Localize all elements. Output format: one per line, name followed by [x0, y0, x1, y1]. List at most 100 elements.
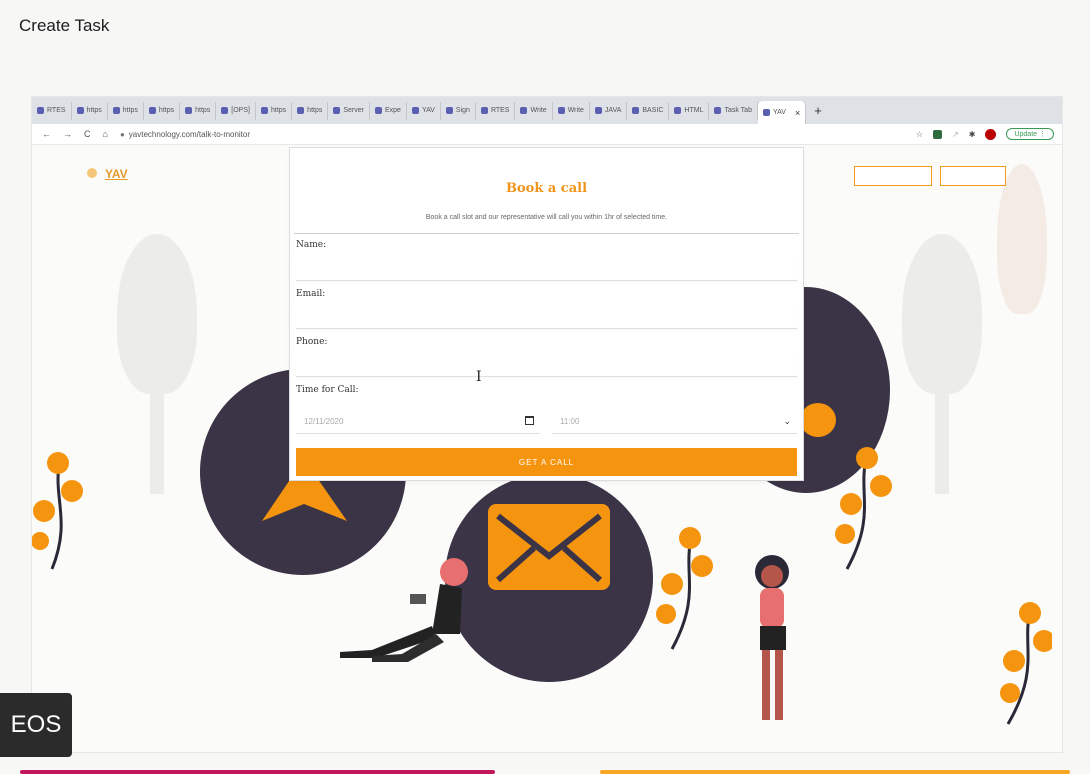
extension-icon[interactable]	[933, 129, 943, 139]
tab-label: BASIC	[642, 107, 664, 114]
website: YAV Book a call Book a call slot and our…	[32, 144, 1062, 752]
browser-tab[interactable]: Server	[328, 101, 370, 120]
chevron-down-icon: ⌄	[783, 416, 791, 426]
modal-title: Book a call	[505, 181, 588, 196]
tab-favicon-icon	[374, 107, 382, 114]
browser-tab[interactable]: YAV	[407, 101, 441, 120]
tab-favicon-icon	[520, 107, 528, 114]
phone-label: Phone:	[296, 337, 328, 347]
page-title: Create Task	[19, 16, 110, 35]
tab-label: RTES	[490, 107, 510, 114]
plant-far-right-illustration	[1000, 602, 1052, 725]
tab-label: Server	[343, 107, 364, 114]
update-button[interactable]: Update ⋮	[1006, 128, 1054, 140]
plant-center-illustration	[656, 527, 713, 650]
tab-favicon-icon	[445, 107, 453, 114]
browser-tab[interactable]: Write	[553, 101, 590, 120]
browser-tab[interactable]: https	[180, 101, 217, 120]
home-icon[interactable]: ⌂	[103, 129, 108, 139]
tab-label: Write	[530, 107, 547, 114]
phone-field[interactable]	[296, 352, 797, 377]
browser-tab[interactable]: BASIC	[627, 101, 670, 120]
tab-label: Write	[567, 107, 584, 114]
tab-label: https	[270, 107, 287, 114]
address-bar: ← → C ⌂ ● yavtechnology.com/talk-to-monit…	[32, 124, 1062, 145]
tab-favicon-icon	[221, 107, 229, 114]
browser-tab[interactable]: Write	[515, 101, 553, 120]
url-field[interactable]: ● yavtechnology.com/talk-to-monitor	[120, 130, 250, 139]
text-cursor-icon: I	[476, 369, 482, 385]
browser-tab[interactable]: YAV ×	[757, 101, 807, 124]
header-button-2[interactable]	[940, 166, 1006, 186]
browser-tab[interactable]: https	[256, 101, 293, 120]
background-tree-trunk	[150, 384, 164, 494]
header-button-1[interactable]	[854, 166, 932, 186]
bookmark-star-icon[interactable]: ☆	[916, 130, 923, 139]
tab-favicon-icon	[297, 107, 305, 114]
date-field[interactable]: 12/11/2020	[296, 410, 540, 434]
browser-window: RTES https https https https [OPS] https https S…	[32, 97, 1062, 752]
browser-tab[interactable]: https	[72, 101, 108, 120]
name-label: Name:	[296, 240, 327, 250]
tab-label: https	[158, 107, 175, 114]
get-a-call-button[interactable]: GET A CALL	[296, 448, 797, 476]
tab-favicon-icon	[260, 107, 268, 114]
tab-label: HTML	[684, 107, 704, 114]
tab-label: Sign	[455, 107, 470, 114]
tab-favicon-icon	[674, 107, 682, 114]
tab-label: https	[86, 107, 102, 114]
new-tab-icon[interactable]: +	[814, 103, 822, 118]
update-label: Update	[1014, 131, 1038, 138]
envelope-icon	[488, 504, 610, 590]
tab-label: https	[122, 107, 138, 114]
standing-person-illustration	[755, 555, 789, 720]
tab-strip: RTES https https https https [OPS] https https S…	[32, 97, 1062, 124]
modal-subtitle: Book a call slot and our representative …	[425, 214, 668, 221]
name-field[interactable]	[296, 256, 797, 281]
browser-tab[interactable]: Sign	[441, 101, 476, 120]
modal-divider	[294, 233, 799, 234]
browser-tab[interactable]: Task Tab	[709, 101, 758, 120]
tab-favicon-icon	[411, 107, 419, 114]
extension-arrow-icon[interactable]: ↗	[952, 130, 959, 139]
browser-tab[interactable]: RTES	[32, 101, 72, 120]
tab-label: Task Tab	[724, 107, 752, 114]
close-tab-icon[interactable]: ×	[795, 108, 800, 118]
tab-label: JAVA	[604, 107, 622, 114]
browser-tab[interactable]: HTML	[669, 101, 710, 120]
browser-tab[interactable]: https	[144, 101, 181, 120]
tab-favicon-icon	[37, 107, 44, 114]
profile-avatar[interactable]	[985, 128, 997, 140]
tab-favicon-icon	[594, 107, 602, 114]
tab-favicon-icon	[185, 107, 193, 114]
site-logo[interactable]: YAV	[105, 167, 128, 181]
back-icon[interactable]: ←	[42, 129, 51, 139]
browser-tab[interactable]: [OPS]	[216, 101, 256, 120]
bottom-bar-left	[20, 770, 495, 774]
email-field[interactable]	[296, 304, 797, 329]
tab-favicon-icon	[557, 107, 565, 114]
browser-tab[interactable]: https	[292, 101, 329, 120]
toolbar-icons: ☆ ↗ ✱ Update ⋮	[916, 128, 1054, 140]
browser-tab[interactable]: Expe	[370, 101, 407, 120]
background-tree	[902, 234, 982, 394]
tab-favicon-icon	[480, 107, 488, 114]
logo-icon	[87, 168, 97, 178]
reload-icon[interactable]: C	[84, 129, 91, 139]
browser-tab[interactable]: JAVA	[590, 101, 628, 120]
tab-label: YAV	[772, 109, 786, 116]
tab-favicon-icon	[714, 107, 722, 114]
email-label: Email:	[296, 289, 326, 299]
calendar-icon[interactable]	[525, 416, 534, 425]
time-select[interactable]: 11:00 ⌄	[552, 410, 797, 434]
url-text: yavtechnology.com/talk-to-monitor	[128, 129, 251, 139]
puzzle-icon[interactable]: ✱	[969, 130, 976, 139]
forward-icon[interactable]: →	[63, 129, 72, 139]
time-value: 11:00	[560, 417, 580, 426]
date-value: 12/11/2020	[304, 417, 344, 426]
tab-label: https	[307, 107, 323, 114]
lock-icon: ●	[119, 129, 125, 139]
browser-tab[interactable]: https	[108, 101, 144, 120]
tab-label: [OPS]	[231, 107, 250, 114]
browser-tab[interactable]: RTES	[476, 101, 516, 120]
